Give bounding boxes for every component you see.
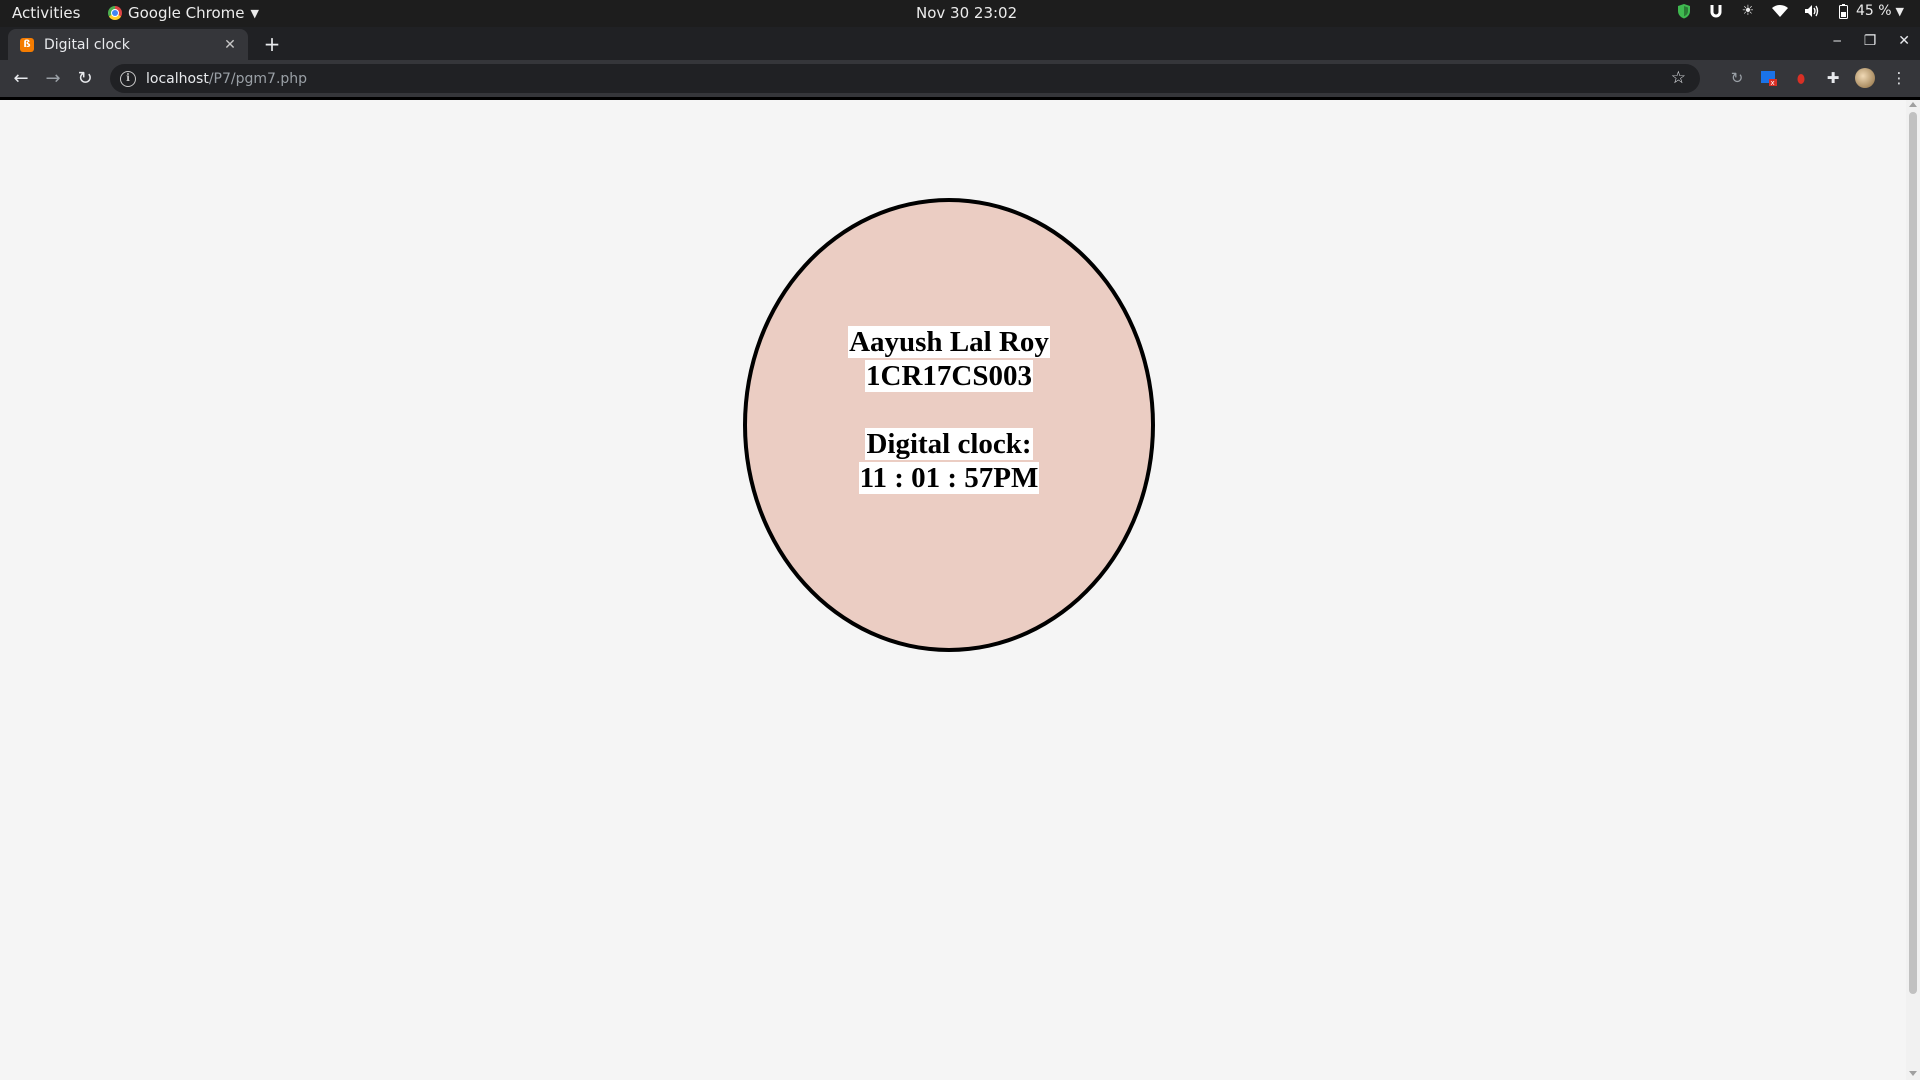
bookmark-star-icon[interactable]: ☆ — [1671, 68, 1686, 88]
menu-kebab-icon[interactable]: ⋮ — [1888, 67, 1910, 89]
extension-record-icon[interactable] — [1790, 67, 1812, 89]
close-window-icon[interactable]: ✕ — [1898, 33, 1910, 49]
app-menu[interactable]: Google Chrome ▼ — [108, 4, 259, 22]
magnet-icon[interactable] — [1708, 3, 1724, 19]
system-clock[interactable]: Nov 30 23:02 — [916, 4, 1017, 22]
brightness-icon[interactable]: ☀ — [1740, 3, 1756, 19]
tab-strip: ß Digital clock ✕ + ‒ ❐ ✕ — [0, 27, 1920, 60]
shield-icon[interactable] — [1676, 3, 1692, 19]
url-path: /P7/pgm7.php — [208, 70, 308, 87]
battery-icon — [1836, 3, 1852, 19]
svg-text:x: x — [1771, 79, 1775, 87]
forward-arrow-icon[interactable]: → — [42, 67, 64, 89]
battery-percent: 45 % — [1855, 3, 1892, 19]
clock-content: Aayush Lal Roy 1CR17CS003 Digital clock:… — [743, 325, 1155, 495]
extension-refresh-icon[interactable]: ↻ — [1726, 67, 1748, 89]
extension-blocker-icon[interactable]: x — [1758, 67, 1780, 89]
clock-label: Digital clock: — [865, 428, 1033, 460]
chevron-down-icon: ▼ — [250, 6, 259, 20]
close-icon[interactable]: ✕ — [220, 37, 240, 53]
minimize-icon[interactable]: ‒ — [1833, 33, 1842, 49]
window-controls: ‒ ❐ ✕ — [1833, 33, 1910, 49]
clock-time: 11 : 01 : 57PM — [858, 462, 1040, 494]
wifi-icon[interactable] — [1771, 3, 1788, 19]
address-bar[interactable]: i localhost/P7/pgm7.php ☆ — [110, 64, 1700, 93]
chevron-down-icon: ▼ — [1895, 4, 1904, 18]
app-menu-label: Google Chrome — [128, 4, 245, 22]
student-usn: 1CR17CS003 — [865, 360, 1033, 392]
system-top-bar: Activities Google Chrome ▼ Nov 30 23:02 … — [0, 0, 1920, 27]
restore-icon[interactable]: ❐ — [1864, 33, 1877, 49]
reload-icon[interactable]: ↻ — [74, 67, 96, 89]
back-arrow-icon[interactable]: ← — [10, 67, 32, 89]
profile-avatar[interactable] — [1854, 67, 1876, 89]
tab-title: Digital clock — [44, 36, 130, 53]
avatar — [1855, 68, 1875, 88]
page-scrollbar[interactable] — [1906, 100, 1920, 1080]
tab-digital-clock[interactable]: ß Digital clock ✕ — [8, 29, 248, 60]
scrollbar-thumb[interactable] — [1909, 112, 1917, 994]
scroll-down-icon[interactable] — [1909, 1071, 1917, 1076]
info-icon[interactable]: i — [120, 70, 136, 87]
browser-toolbar: ← → ↻ i localhost/P7/pgm7.php ☆ ↻ x ✚ ⋮ — [0, 60, 1920, 100]
activities-button[interactable]: Activities — [12, 4, 80, 22]
battery-indicator[interactable]: 45 % ▼ — [1836, 3, 1904, 19]
url-host: localhost — [146, 70, 209, 87]
volume-icon[interactable] — [1804, 3, 1820, 19]
extensions-puzzle-icon[interactable]: ✚ — [1822, 67, 1844, 89]
student-name: Aayush Lal Roy — [848, 326, 1050, 358]
scroll-up-icon[interactable] — [1909, 102, 1917, 107]
new-tab-button[interactable]: + — [260, 32, 284, 56]
xampp-favicon-icon: ß — [20, 37, 34, 52]
system-tray[interactable]: ☀ 45 % ▼ — [1676, 3, 1904, 19]
chrome-icon — [108, 6, 122, 20]
